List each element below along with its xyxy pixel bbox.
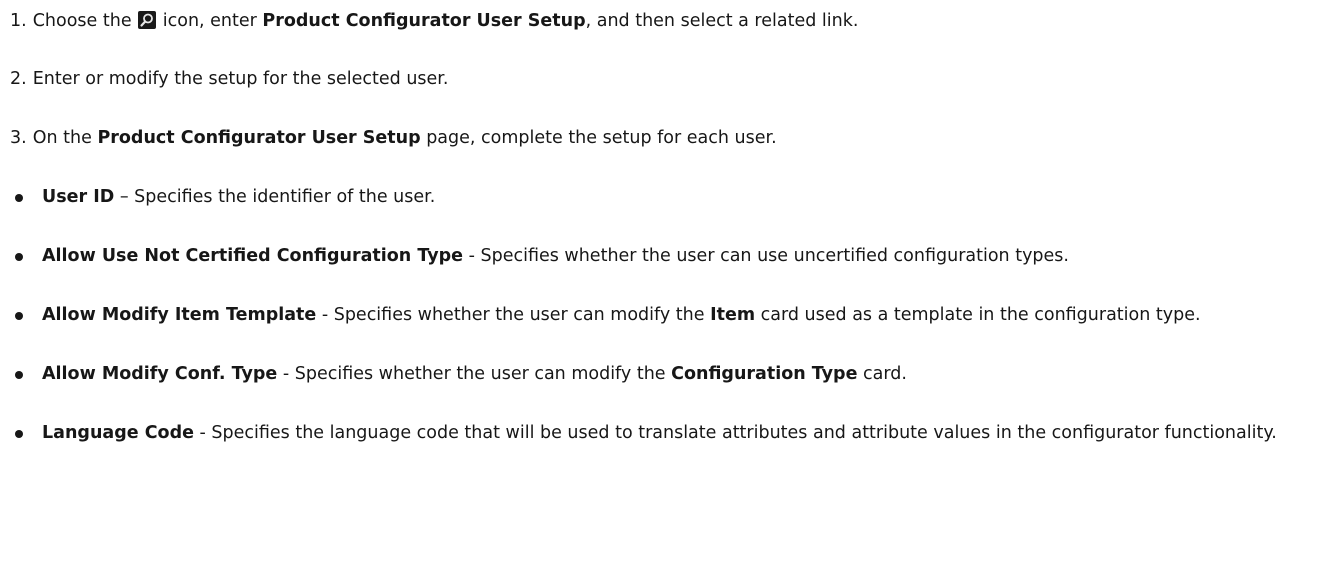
step-text: Enter or modify the setup for the select… xyxy=(32,69,449,89)
field-text: Allow Modify Item Template - Specifies w… xyxy=(42,300,1325,330)
field-description: card used as a template in the configura… xyxy=(755,305,1201,325)
field-name: Allow Modify Item Template xyxy=(42,305,317,325)
field-name: User ID xyxy=(42,187,115,207)
field-name: Language Code xyxy=(42,423,194,443)
bullet-icon xyxy=(10,241,42,271)
field-description: - Specifies whether the user can modify … xyxy=(316,305,711,325)
bullet-icon xyxy=(10,418,42,448)
bullet-icon xyxy=(10,182,42,212)
field-description: - Specifies whether the user can modify … xyxy=(277,364,672,384)
field-description: - Specifies whether the user can use unc… xyxy=(463,246,1069,266)
field-description: card. xyxy=(857,364,907,384)
step-3: 3. On the Product Configurator User Setu… xyxy=(10,123,1325,153)
search-icon xyxy=(138,11,157,29)
bullet-icon xyxy=(10,359,42,389)
field-text: Allow Modify Conf. Type - Specifies whet… xyxy=(42,359,1325,389)
step-1: 1. Choose the icon, enter Product Config… xyxy=(10,6,1325,36)
step-number: 1. xyxy=(10,11,27,31)
step-text: Choose the icon, enter Product Configura… xyxy=(33,6,1325,36)
field-name: Allow Modify Conf. Type xyxy=(42,364,278,384)
document-body: 1. Choose the icon, enter Product Config… xyxy=(10,6,1325,448)
card-name: Item xyxy=(710,305,756,325)
field-description: - Specifies the language code that will … xyxy=(193,423,1277,443)
card-name: Configuration Type xyxy=(671,364,858,384)
field-item-language-code: Language Code - Specifies the language c… xyxy=(10,418,1325,448)
field-item-allow-modify-conf-type: Allow Modify Conf. Type - Specifies whet… xyxy=(10,359,1325,389)
step-text-part: icon, enter xyxy=(162,11,257,31)
field-description: – Specifies the identifier of the user. xyxy=(114,187,436,207)
field-text: Language Code - Specifies the language c… xyxy=(42,418,1325,448)
step-text: On the Product Configurator User Setup p… xyxy=(33,123,1325,153)
bullet-icon xyxy=(10,300,42,330)
field-item-user-id: User ID – Specifies the identifier of th… xyxy=(10,182,1325,212)
field-item-allow-modify-item-template: Allow Modify Item Template - Specifies w… xyxy=(10,300,1325,330)
step-text-part: Choose the xyxy=(32,11,132,31)
page-name: Product Configurator User Setup xyxy=(262,11,586,31)
page-name: Product Configurator User Setup xyxy=(97,128,421,148)
field-item-allow-use-not-certified: Allow Use Not Certified Configuration Ty… xyxy=(10,241,1325,271)
step-2: 2. Enter or modify the setup for the sel… xyxy=(10,64,1325,94)
step-text-part: On the xyxy=(32,128,92,148)
step-text-part: , and then select a related link. xyxy=(585,11,859,31)
step-number: 3. xyxy=(10,128,27,148)
step-text-part: page, complete the setup for each user. xyxy=(426,128,777,148)
field-text: Allow Use Not Certified Configuration Ty… xyxy=(42,241,1325,271)
field-name: Allow Use Not Certified Configuration Ty… xyxy=(42,246,464,266)
field-text: User ID – Specifies the identifier of th… xyxy=(42,182,1325,212)
step-number: 2. xyxy=(10,69,27,89)
